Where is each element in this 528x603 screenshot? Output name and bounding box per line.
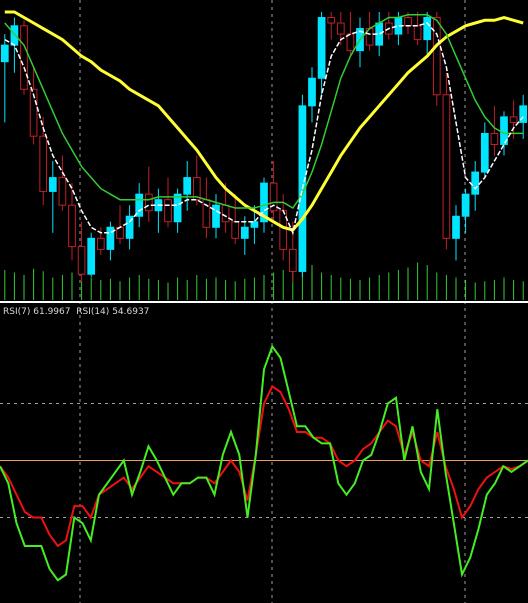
bull-candle-body bbox=[10, 25, 19, 46]
rsi7-line bbox=[0, 344, 528, 582]
bear-candle-body bbox=[413, 25, 422, 41]
rsi-legend: RSI(7) 61.9967 RSI(14) 54.6937 bbox=[3, 307, 149, 317]
chart-canvas bbox=[0, 0, 528, 603]
rsi7-value: 61.9967 bbox=[33, 307, 71, 317]
bear-candle-body bbox=[39, 135, 48, 192]
bear-candle-body bbox=[346, 33, 355, 52]
bear-candle-body bbox=[68, 204, 76, 248]
bull-candle-body bbox=[183, 177, 192, 195]
bear-candle-body bbox=[20, 25, 28, 90]
bull-candle-body bbox=[471, 171, 480, 195]
bear-candle-body bbox=[288, 248, 297, 272]
bear-candle-body bbox=[509, 116, 518, 123]
bull-candle-body bbox=[461, 193, 470, 217]
bull-candle-body bbox=[317, 17, 326, 79]
bull-candle-body bbox=[308, 77, 316, 107]
chart-area: RSI(7) 61.9967 RSI(14) 54.6937 bbox=[0, 0, 528, 603]
rsi14-name: RSI(14) bbox=[76, 307, 110, 317]
bear-candle-body bbox=[58, 177, 67, 206]
bear-candle-body bbox=[490, 132, 499, 145]
bear-candle-body bbox=[432, 17, 441, 96]
bull-candle-body bbox=[250, 221, 259, 228]
bear-candle-body bbox=[221, 204, 230, 223]
bull-candle-body bbox=[452, 215, 460, 239]
bull-candle-body bbox=[48, 177, 57, 192]
bull-candle-body bbox=[240, 226, 249, 239]
bull-candle-body bbox=[87, 237, 96, 275]
bear-candle-body bbox=[442, 94, 451, 239]
rsi14-value: 54.6937 bbox=[112, 307, 150, 317]
bear-candle-body bbox=[77, 246, 86, 275]
rsi7-name: RSI(7) bbox=[3, 307, 31, 317]
bear-candle-body bbox=[164, 199, 172, 223]
bull-candle-body bbox=[480, 132, 489, 173]
bear-candle-body bbox=[144, 193, 153, 212]
bear-candle-body bbox=[231, 221, 240, 239]
bull-candle-body bbox=[423, 17, 432, 41]
bear-candle-body bbox=[404, 17, 412, 27]
bull-candle-body bbox=[173, 193, 182, 223]
bear-candle-body bbox=[327, 17, 336, 24]
bear-candle-body bbox=[336, 22, 345, 35]
bear-candle-body bbox=[96, 237, 105, 250]
bull-candle-body bbox=[0, 44, 9, 63]
bear-candle-body bbox=[202, 199, 211, 228]
